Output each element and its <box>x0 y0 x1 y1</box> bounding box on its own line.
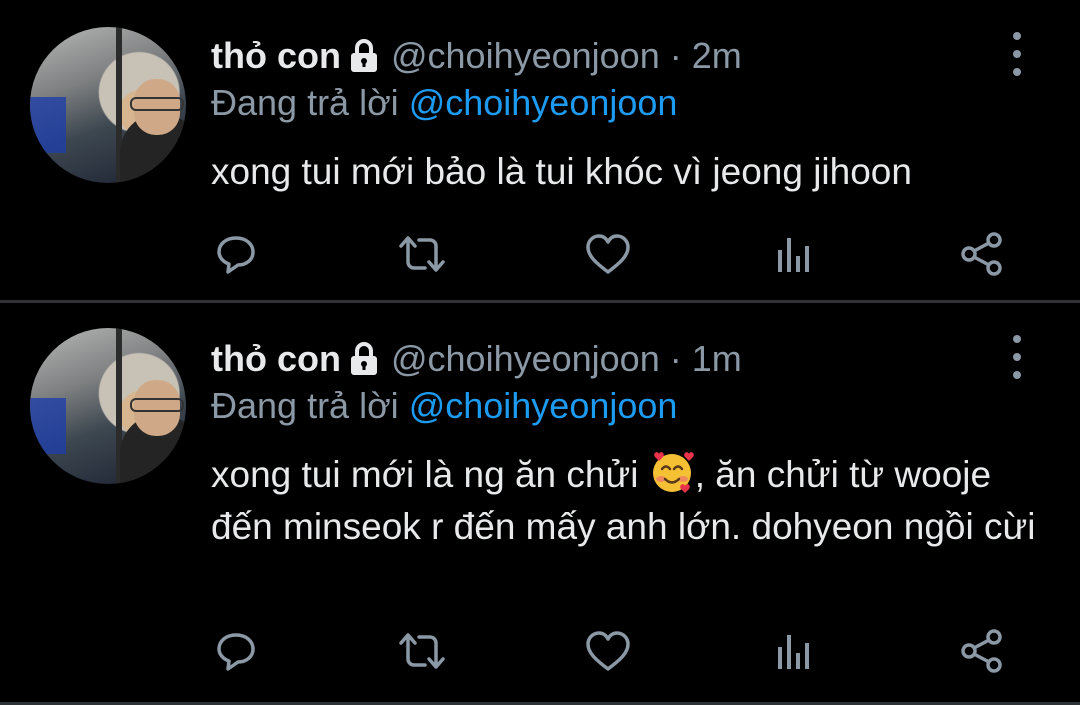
reply-button[interactable] <box>211 229 261 279</box>
analytics-icon <box>778 238 809 272</box>
tweet-text: xong tui mới bảo là tui khóc vì jeong ji… <box>211 151 912 192</box>
tweet-actions <box>0 626 1080 676</box>
timestamp[interactable]: 1m <box>692 338 742 380</box>
lock-icon <box>349 342 379 376</box>
share-icon <box>961 629 1002 673</box>
reply-button[interactable] <box>211 626 261 676</box>
tweet[interactable]: thỏ con @choihyeonjoon · 1m Đang trả lời… <box>0 303 1080 703</box>
retweet-icon <box>399 633 445 669</box>
like-button[interactable] <box>583 229 633 279</box>
user-handle[interactable]: @choihyeonjoon <box>391 338 660 380</box>
separator-dot: · <box>669 338 682 379</box>
share-button[interactable] <box>957 229 1007 279</box>
replying-to-label: Đang trả lời <box>211 82 399 123</box>
heart-icon <box>586 234 630 274</box>
smiling-face-with-hearts-icon <box>649 449 695 495</box>
retweet-icon <box>399 236 445 272</box>
analytics-icon <box>778 635 809 669</box>
tweet-actions <box>0 229 1080 279</box>
replying-to: Đang trả lời @choihyeonjoon <box>211 385 677 427</box>
avatar[interactable] <box>30 27 186 183</box>
timestamp[interactable]: 2m <box>692 35 742 77</box>
more-vertical-icon[interactable] <box>1002 335 1032 379</box>
reply-icon <box>217 236 255 274</box>
tweet-header: thỏ con @choihyeonjoon · 2m <box>211 32 742 80</box>
replying-to-handle[interactable]: @choihyeonjoon <box>409 82 678 123</box>
display-name[interactable]: thỏ con <box>211 338 341 380</box>
reply-icon <box>217 633 255 671</box>
display-name[interactable]: thỏ con <box>211 35 341 77</box>
avatar[interactable] <box>30 328 186 484</box>
replying-to-handle[interactable]: @choihyeonjoon <box>409 385 678 426</box>
separator-dot: · <box>669 35 682 76</box>
tweet[interactable]: thỏ con @choihyeonjoon · 2m Đang trả lời… <box>0 0 1080 300</box>
analytics-button[interactable] <box>770 229 820 279</box>
tweet-header: thỏ con @choihyeonjoon · 1m <box>211 335 742 383</box>
lock-icon <box>349 39 379 73</box>
heart-icon <box>586 631 630 671</box>
share-icon <box>961 232 1002 276</box>
retweet-button[interactable] <box>397 626 447 676</box>
replying-to: Đang trả lời @choihyeonjoon <box>211 82 677 124</box>
user-handle[interactable]: @choihyeonjoon <box>391 35 660 77</box>
more-vertical-icon[interactable] <box>1002 32 1032 76</box>
like-button[interactable] <box>583 626 633 676</box>
analytics-button[interactable] <box>770 626 820 676</box>
tweet-text-part: xong tui mới là ng ăn chửi <box>211 454 649 495</box>
share-button[interactable] <box>957 626 1007 676</box>
tweet-text: xong tui mới là ng ăn chửi , ăn chửi từ … <box>211 449 1041 553</box>
replying-to-label: Đang trả lời <box>211 385 399 426</box>
retweet-button[interactable] <box>397 229 447 279</box>
